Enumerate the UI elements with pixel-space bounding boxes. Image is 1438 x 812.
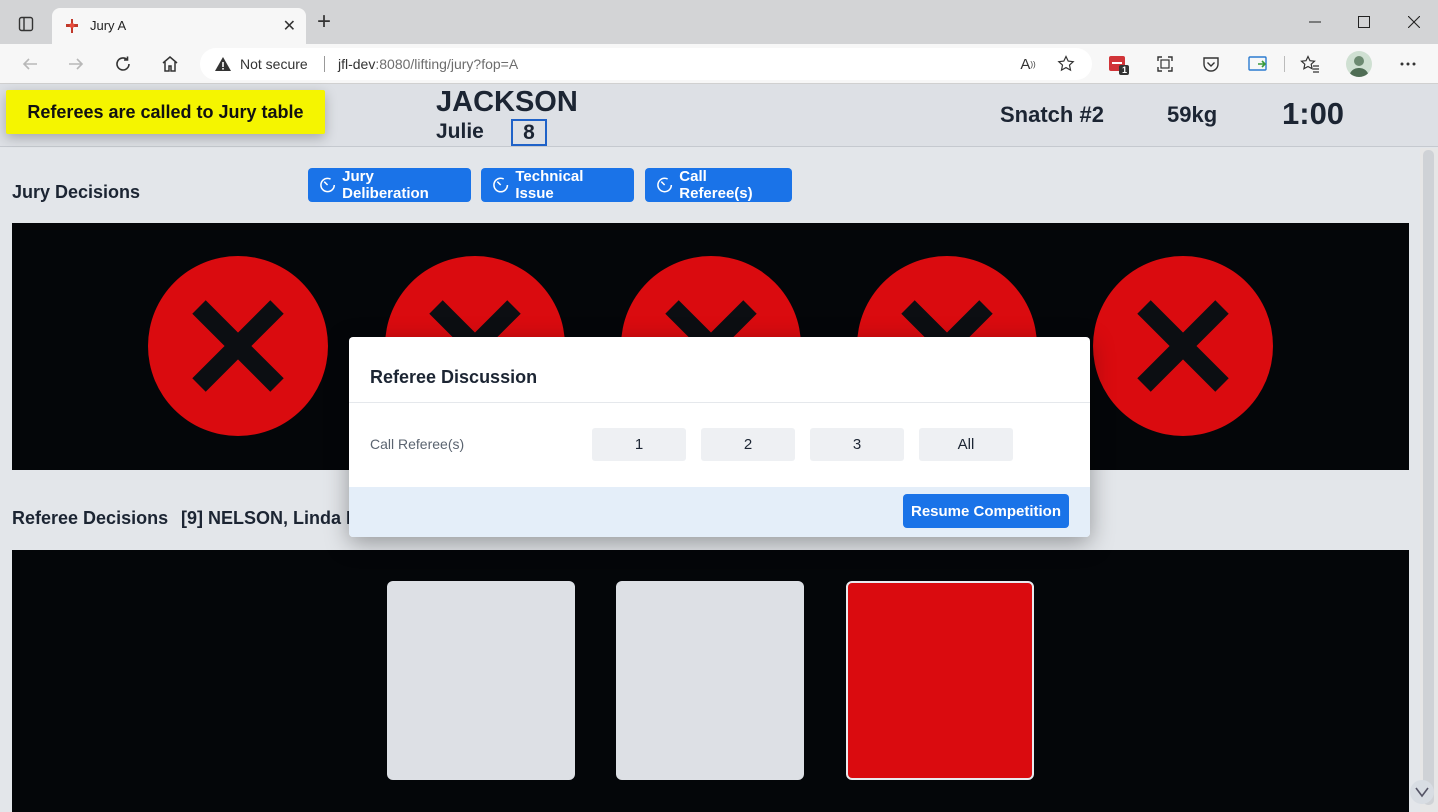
dialog-divider bbox=[349, 402, 1090, 403]
app-favicon-icon bbox=[66, 19, 78, 33]
bad-lift-x-icon bbox=[1137, 300, 1229, 392]
tab-title: Jury A bbox=[90, 18, 127, 33]
technical-issue-label: Technical Issue bbox=[515, 168, 584, 202]
call-all-referees-button[interactable]: All bbox=[919, 428, 1013, 461]
referee-decision-1 bbox=[387, 581, 575, 780]
address-bar[interactable]: Not secure jfl-dev:8080/lifting/jury?fop… bbox=[200, 48, 1092, 80]
tab-close-icon[interactable]: ✕ bbox=[283, 16, 296, 36]
more-options-icon[interactable] bbox=[1396, 54, 1420, 74]
referee-decision-2 bbox=[616, 581, 804, 780]
sidebar-app-icon[interactable] bbox=[1248, 54, 1268, 74]
extension-badge: 1 bbox=[1122, 65, 1128, 75]
requested-weight: 59kg bbox=[1167, 102, 1218, 127]
favorites-icon[interactable] bbox=[1300, 54, 1320, 74]
jury-decisions-title: Jury Decisions bbox=[12, 182, 141, 202]
jury-deliberation-label: Jury Deliberation bbox=[342, 168, 429, 202]
toolbar-divider bbox=[1284, 56, 1285, 72]
url-divider bbox=[324, 56, 325, 72]
referee-discussion-dialog: Referee Discussion Call Referee(s) 1 2 3… bbox=[349, 337, 1090, 537]
tab-actions-icon[interactable] bbox=[16, 14, 36, 34]
call-referees-field-label: Call Referee(s) bbox=[370, 436, 465, 452]
athlete-header: Referees are called to Jury table JACKSO… bbox=[0, 84, 1438, 147]
jury-decision-1 bbox=[148, 256, 328, 436]
call-referee-1-button[interactable]: 1 bbox=[592, 428, 686, 461]
close-window-icon[interactable] bbox=[1399, 12, 1429, 32]
warning-icon bbox=[215, 57, 231, 71]
call-referee-3-button[interactable]: 3 bbox=[810, 428, 904, 461]
resume-competition-button[interactable]: Resume Competition bbox=[903, 494, 1069, 528]
url-path: :8080/lifting/jury?fop=A bbox=[375, 56, 519, 72]
url-text[interactable]: jfl-dev:8080/lifting/jury?fop=A bbox=[338, 56, 518, 72]
referee-decision-3 bbox=[846, 581, 1034, 780]
scrollbar-thumb[interactable] bbox=[1423, 150, 1434, 805]
vaadin-badge-icon[interactable] bbox=[1410, 780, 1434, 804]
timer-icon bbox=[320, 177, 336, 193]
jury-decision-5 bbox=[1093, 256, 1273, 436]
referee-athlete-name: [9] NELSON, Linda F bbox=[181, 508, 358, 528]
referee-decisions-title: Referee Decisions bbox=[12, 508, 169, 528]
call-referee-2-button[interactable]: 2 bbox=[701, 428, 795, 461]
url-host: jfl-dev bbox=[338, 56, 376, 72]
pocket-icon[interactable] bbox=[1201, 54, 1221, 74]
jury-deliberation-button[interactable]: Jury Deliberation bbox=[308, 168, 471, 202]
attempt-clock: 1:00 bbox=[1282, 96, 1345, 131]
timer-icon bbox=[493, 177, 509, 193]
new-tab-button[interactable]: + bbox=[312, 8, 336, 35]
bad-lift-x-icon bbox=[192, 300, 284, 392]
profile-avatar[interactable] bbox=[1346, 51, 1372, 77]
dialog-footer: Resume Competition bbox=[349, 487, 1090, 537]
home-icon[interactable] bbox=[160, 54, 180, 74]
technical-issue-button[interactable]: Technical Issue bbox=[481, 168, 634, 202]
attempt-label: Snatch #2 bbox=[1000, 102, 1104, 127]
extension-icon[interactable]: 1 bbox=[1108, 54, 1130, 76]
call-referees-label: Call Referee(s) bbox=[679, 168, 753, 202]
back-icon[interactable] bbox=[20, 54, 40, 74]
referee-call-notice: Referees are called to Jury table bbox=[6, 90, 325, 134]
browser-toolbar: Not secure jfl-dev:8080/lifting/jury?fop… bbox=[0, 44, 1438, 84]
security-label[interactable]: Not secure bbox=[240, 56, 308, 72]
screenshot-icon[interactable] bbox=[1155, 54, 1175, 74]
athlete-last-name: JACKSON bbox=[436, 86, 578, 118]
refresh-icon[interactable] bbox=[113, 54, 133, 74]
timer-icon bbox=[657, 177, 673, 193]
call-referees-button[interactable]: Call Referee(s) bbox=[645, 168, 792, 202]
read-aloud-icon[interactable]: A)) bbox=[1018, 54, 1038, 74]
browser-tab[interactable]: Jury A ✕ bbox=[52, 8, 306, 44]
browser-tabbar: Jury A ✕ + bbox=[0, 0, 1438, 44]
forward-icon[interactable] bbox=[66, 54, 86, 74]
dialog-title: Referee Discussion bbox=[370, 367, 538, 387]
maximize-icon[interactable] bbox=[1349, 12, 1379, 32]
start-number: 8 bbox=[511, 119, 547, 146]
athlete-first-name: Julie bbox=[436, 120, 484, 143]
minimize-icon[interactable] bbox=[1300, 12, 1330, 32]
add-favorite-icon[interactable] bbox=[1056, 54, 1076, 74]
